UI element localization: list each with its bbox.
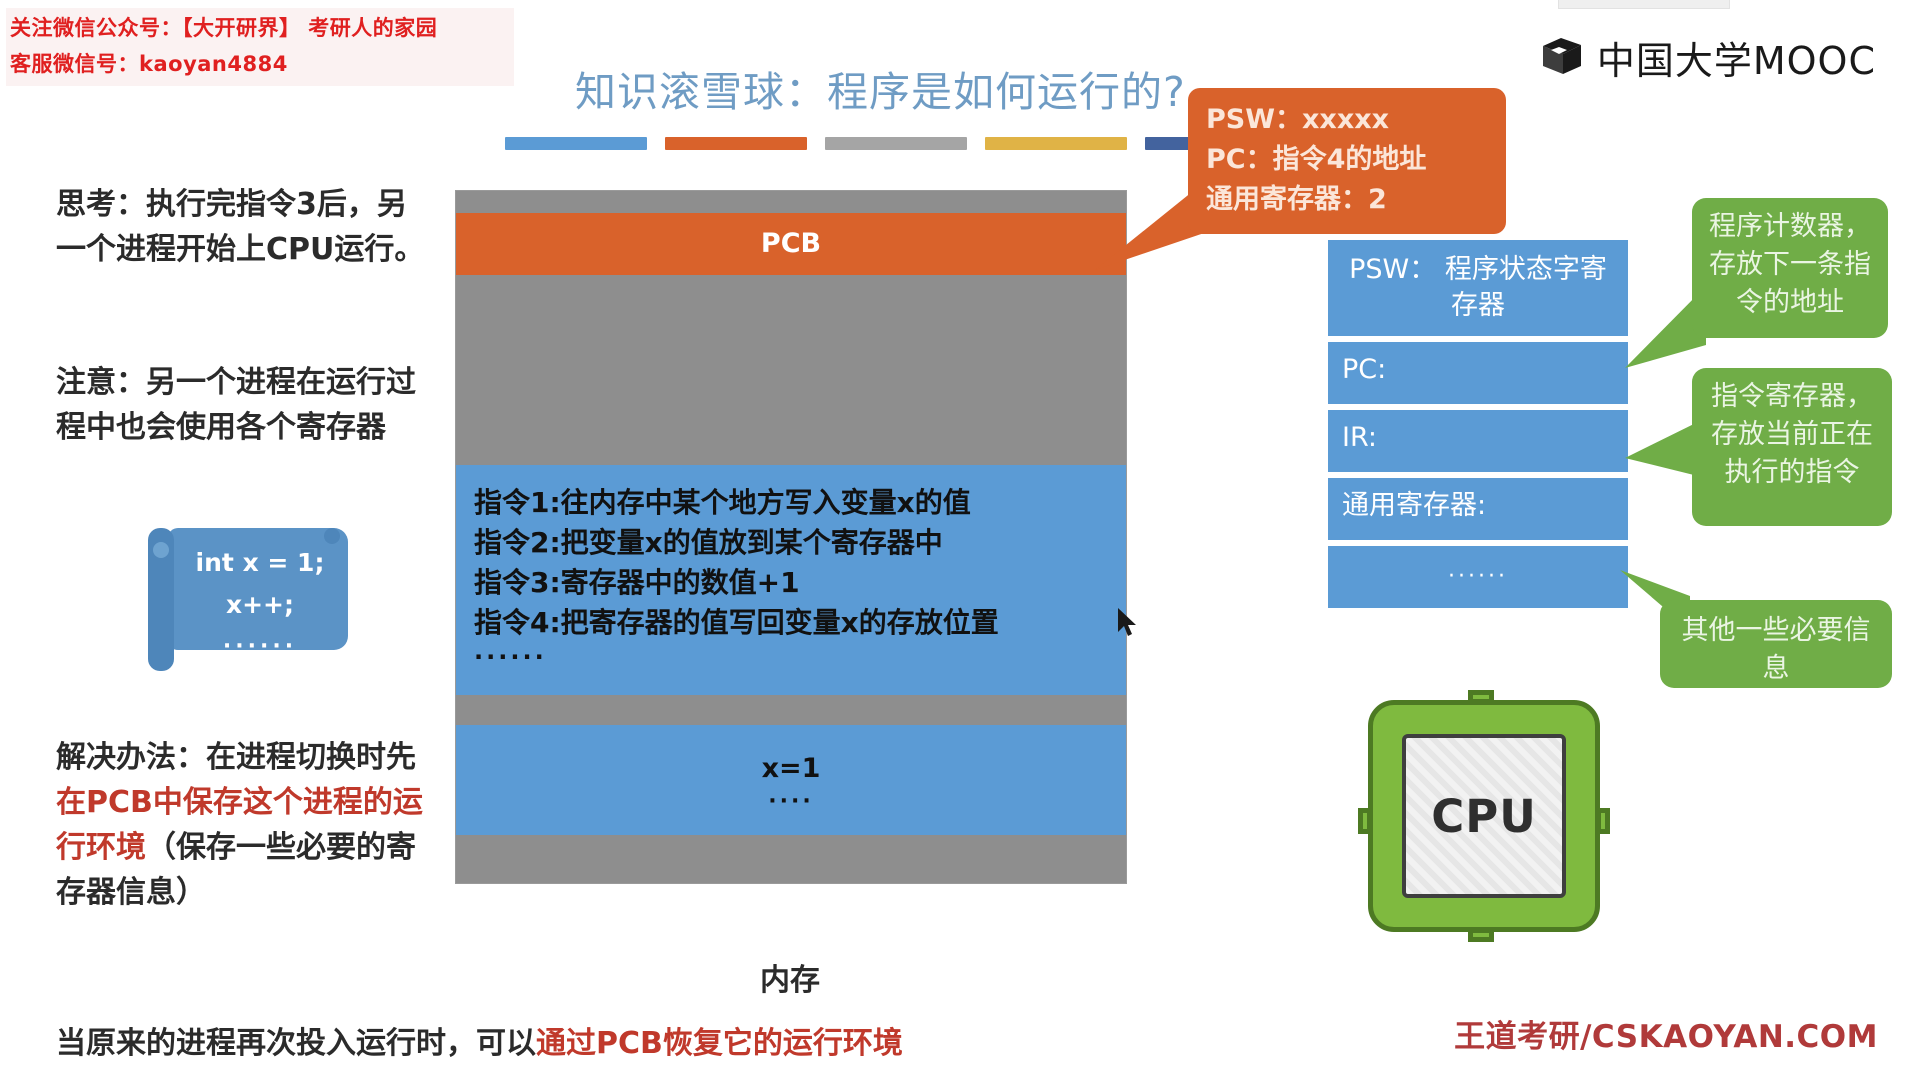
bottom-summary: 当原来的进程再次投入运行时，可以通过PCB恢复它的运行环境 (56, 1018, 903, 1062)
data-value: x=1 (761, 753, 821, 784)
memory-segment-instructions: 指令1:往内存中某个地方写入变量x的值 指令2:把变量x的值放到某个寄存器中 指… (456, 465, 1126, 695)
register-more: ······ (1328, 546, 1628, 608)
instruction-line: 指令2:把变量x的值放到某个寄存器中 (474, 526, 943, 559)
memory-segment-data: x=1 ···· (456, 725, 1126, 835)
mooc-cube-icon (1541, 36, 1585, 80)
note-solution-prefix: 解决办法：在进程切换时先 (56, 740, 416, 775)
memory-block: PCB 指令1:往内存中某个地方写入变量x的值 指令2:把变量x的值放到某个寄存… (455, 190, 1127, 884)
cpu-die: CPU (1402, 734, 1566, 898)
scroll-code-lines: int x = 1; x++; ······ (180, 542, 340, 668)
bottom-summary-prefix: 当原来的进程再次投入运行时，可以 (56, 1026, 536, 1061)
mooc-logo-text: 中国大学MOOC (1596, 39, 1876, 83)
scroll-knob-left (153, 542, 169, 558)
watermark-banner: 关注微信公众号：【大开研界】 考研人的家园 客服微信号：kaoyan4884 (6, 8, 514, 86)
callout-orange-line-3: 通用寄存器：2 (1206, 184, 1387, 215)
cpu-notch-top (1468, 690, 1494, 704)
green-callout-ir: 指令寄存器，存放当前正在执行的指令 (1692, 368, 1892, 526)
note-attention: 注意：另一个进程在运行过程中也会使用各个寄存器 (56, 365, 416, 445)
watermark-line-2: 客服微信号：kaoyan4884 (10, 52, 288, 76)
code-scroll-graphic: int x = 1; x++; ······ (148, 520, 348, 675)
watermark-line-1: 关注微信公众号：【大开研界】 考研人的家园 (10, 16, 438, 40)
mouse-cursor (1118, 608, 1136, 636)
title-bar-4 (985, 137, 1127, 150)
code-line-1: int x = 1; (195, 548, 325, 577)
instruction-line: 指令3:寄存器中的数值+1 (474, 566, 800, 599)
callout-orange-line-2: PC：指令4的地址 (1206, 144, 1427, 175)
title-bar-2 (665, 137, 807, 150)
memory-segment-gray-2 (456, 275, 1126, 465)
memory-segment-pcb: PCB (456, 213, 1126, 275)
callout-orange-register-snapshot: PSW：xxxxx PC：指令4的地址 通用寄存器：2 (1188, 88, 1506, 234)
cpu-notch-bottom (1468, 928, 1494, 942)
green-callout-other: 其他一些必要信息 (1660, 600, 1892, 688)
green-callout-pc: 程序计数器，存放下一条指令的地址 (1692, 198, 1888, 338)
brand-footer: 王道考研/CSKAOYAN.COM (1454, 1019, 1878, 1055)
bottom-summary-highlight: 通过PCB恢复它的运行环境 (536, 1026, 903, 1061)
cpu-notch-right (1596, 808, 1610, 834)
cpu-label: CPU (1431, 789, 1537, 843)
instruction-line: 指令4:把寄存器的值写回变量x的存放位置 (474, 606, 999, 639)
data-more: ···· (768, 789, 814, 814)
code-line-3: ······ (222, 634, 298, 659)
page-title: 知识滚雪球：程序是如何运行的? (575, 68, 1186, 116)
register-general-purpose: 通用寄存器: (1328, 478, 1628, 540)
note-solution: 解决办法：在进程切换时先在PCB中保存这个进程的运行环境（保存一些必要的寄存器信… (56, 735, 426, 915)
memory-segment-gray-3 (456, 695, 1126, 725)
memory-segment-bottom-gray (456, 835, 1126, 883)
memory-segment-top-gray (456, 191, 1126, 213)
instruction-line: 指令1:往内存中某个地方写入变量x的值 (474, 486, 971, 519)
cpu-notch-left (1358, 808, 1372, 834)
scroll-spine (148, 528, 174, 671)
instruction-more: ······ (474, 643, 547, 671)
register-psw: PSW： 程序状态字寄存器 (1328, 240, 1628, 336)
code-line-2: x++; (225, 590, 295, 619)
register-stack: PSW： 程序状态字寄存器 PC: IR: 通用寄存器: ······ (1328, 240, 1628, 614)
memory-caption: 内存 (760, 963, 820, 998)
cpu-chip-icon: CPU (1358, 690, 1610, 942)
note-think: 思考：执行完指令3后，另一个进程开始上CPU运行。 (56, 187, 425, 267)
register-ir: IR: (1328, 410, 1628, 472)
callout-orange-line-1: PSW：xxxxx (1206, 104, 1390, 135)
title-bar-1 (505, 137, 647, 150)
title-underline-bars (505, 137, 1287, 150)
top-bar-strip (1558, 0, 1730, 9)
mooc-logo: 中国大学MOOC (1541, 30, 1876, 85)
slide-canvas: 关注微信公众号：【大开研界】 考研人的家园 客服微信号：kaoyan4884 中… (0, 0, 1920, 1080)
title-bar-3 (825, 137, 967, 150)
register-pc: PC: (1328, 342, 1628, 404)
